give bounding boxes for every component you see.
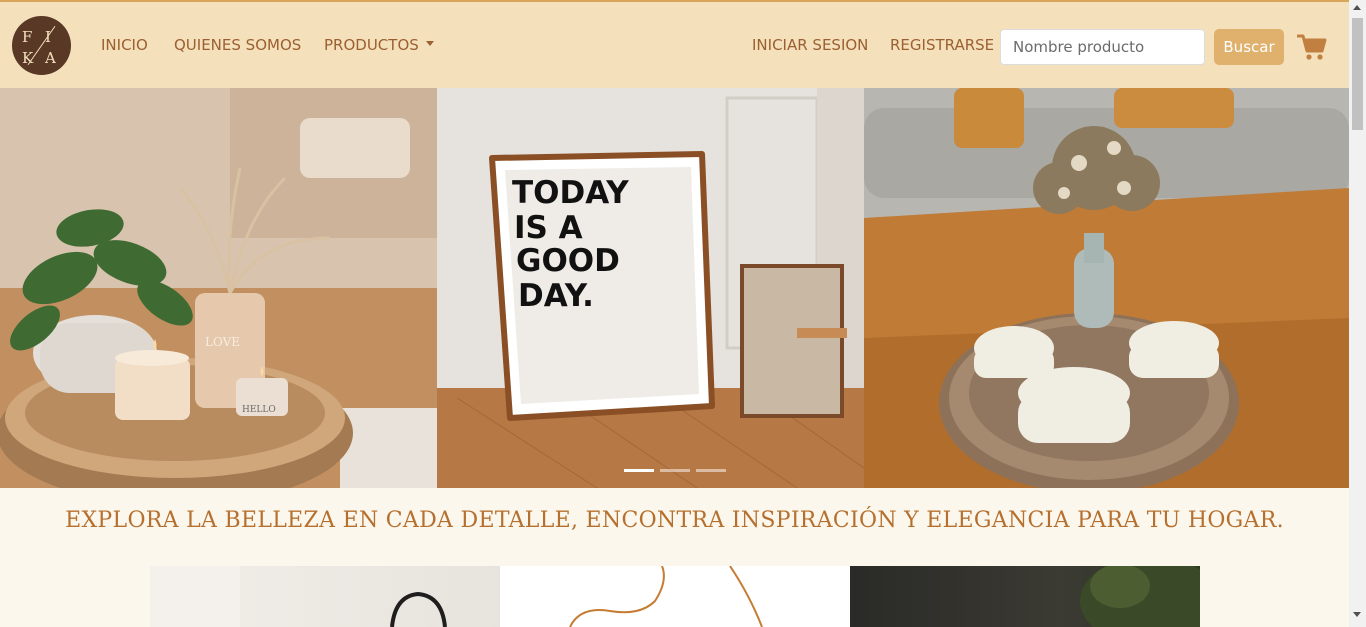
nav-link-quienes-somos[interactable]: QUIENES SOMOS — [174, 36, 301, 54]
product-search-input[interactable] — [1000, 29, 1205, 65]
caret-down-icon — [425, 41, 434, 46]
hero-tagline: EXPLORA LA BELLEZA EN CADA DETALLE, ENCO… — [65, 508, 1284, 533]
hero-carousel[interactable]: LOVE HELLO TODAY IS A GOOD DAY. — [0, 88, 1349, 488]
shopping-cart-icon[interactable] — [1297, 33, 1327, 61]
carousel-indicator-3[interactable] — [696, 469, 726, 472]
nav-dropdown-productos[interactable]: PRODUCTOS — [324, 36, 434, 54]
print-line-3: GOOD — [516, 243, 620, 279]
logo-letter-f: F — [22, 28, 33, 46]
nav-link-registrarse[interactable]: REGISTRARSE — [890, 36, 994, 54]
carousel-indicator-1[interactable] — [624, 469, 654, 472]
print-line-2: IS A — [514, 210, 583, 246]
scroll-up-icon[interactable] — [1353, 5, 1361, 10]
carousel-indicator-2[interactable] — [660, 469, 690, 472]
carousel-image-dried-flowers — [864, 88, 1349, 488]
category-card-3[interactable] — [850, 566, 1200, 627]
navbar: F I K A INICIO QUIENES SOMOS PRODUCTOS I… — [0, 0, 1349, 88]
carousel-image-framed-print: TODAY IS A GOOD DAY. — [437, 88, 864, 488]
category-card-2[interactable] — [500, 566, 850, 627]
search-button[interactable]: Buscar — [1214, 29, 1284, 65]
scrollbar-thumb[interactable] — [1352, 18, 1363, 130]
carousel-image-plant-tray: LOVE HELLO — [0, 88, 437, 488]
print-line-1: TODAY — [512, 175, 629, 211]
print-line-4: DAY. — [518, 278, 594, 314]
scroll-down-icon[interactable] — [1353, 612, 1361, 617]
nav-link-iniciar-sesion[interactable]: INICIAR SESION — [752, 36, 868, 54]
candle-label-hello: HELLO — [242, 405, 276, 415]
nav-link-productos-label: PRODUCTOS — [324, 36, 419, 54]
nav-link-inicio[interactable]: INICIO — [101, 36, 148, 54]
brand-logo[interactable]: F I K A — [12, 16, 71, 75]
category-card-1[interactable] — [150, 566, 500, 627]
logo-letter-a: A — [45, 49, 56, 67]
candle-label-love: LOVE — [205, 335, 240, 349]
